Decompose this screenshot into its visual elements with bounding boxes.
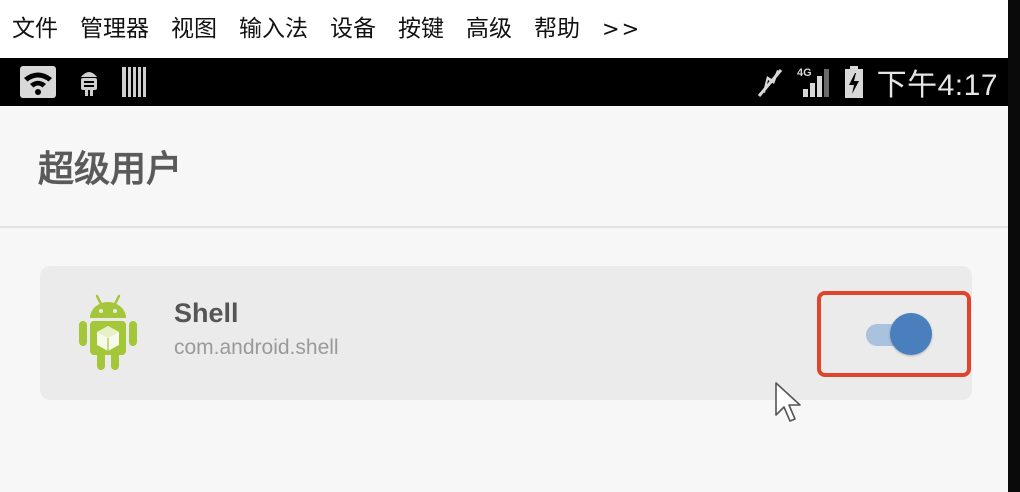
page-title: 超级用户: [38, 149, 183, 190]
silent-icon: [757, 66, 783, 98]
menu-device[interactable]: 设备: [330, 0, 376, 58]
sd-card-icon: [122, 67, 146, 97]
menu-view[interactable]: 视图: [171, 0, 217, 58]
android-debug-icon: [78, 67, 100, 97]
menu-manager[interactable]: 管理器: [80, 0, 149, 58]
menu-keys[interactable]: 按键: [398, 0, 444, 58]
network-type-label: 4G: [797, 67, 812, 79]
menu-advanced[interactable]: 高级: [466, 0, 512, 58]
android-app-icon: [76, 292, 140, 374]
app-name: Shell: [174, 298, 239, 328]
signal-4g-icon: 4G: [797, 65, 831, 99]
status-notification-icons: [20, 58, 168, 106]
menu-file[interactable]: 文件: [12, 0, 58, 58]
app-list-item[interactable]: Shell com.android.shell: [40, 266, 972, 400]
emulator-window: 文件 管理器 视图 输入法 设备 按键 高级 帮助 >> 4G 下午4:17 超…: [0, 0, 1008, 492]
status-system-icons: 4G 下午4:17: [743, 58, 998, 106]
window-edge: [1008, 0, 1020, 492]
menu-more-button[interactable]: >>: [602, 0, 641, 58]
app-package-name: com.android.shell: [174, 336, 339, 359]
header-divider: [0, 226, 1008, 228]
wifi-icon: [20, 66, 56, 98]
status-bar: 4G 下午4:17: [0, 58, 1008, 106]
menu-input-method[interactable]: 输入法: [239, 0, 308, 58]
menu-bar: 文件 管理器 视图 输入法 设备 按键 高级 帮助 >>: [0, 0, 1008, 58]
toggle-thumb: [890, 313, 932, 355]
battery-icon: [844, 66, 863, 98]
status-clock: 下午4:17: [876, 69, 998, 102]
superuser-app: 超级用户 Shell com.android.shell: [0, 106, 1008, 492]
menu-help[interactable]: 帮助: [534, 0, 580, 58]
superuser-toggle-switch[interactable]: [862, 308, 932, 356]
